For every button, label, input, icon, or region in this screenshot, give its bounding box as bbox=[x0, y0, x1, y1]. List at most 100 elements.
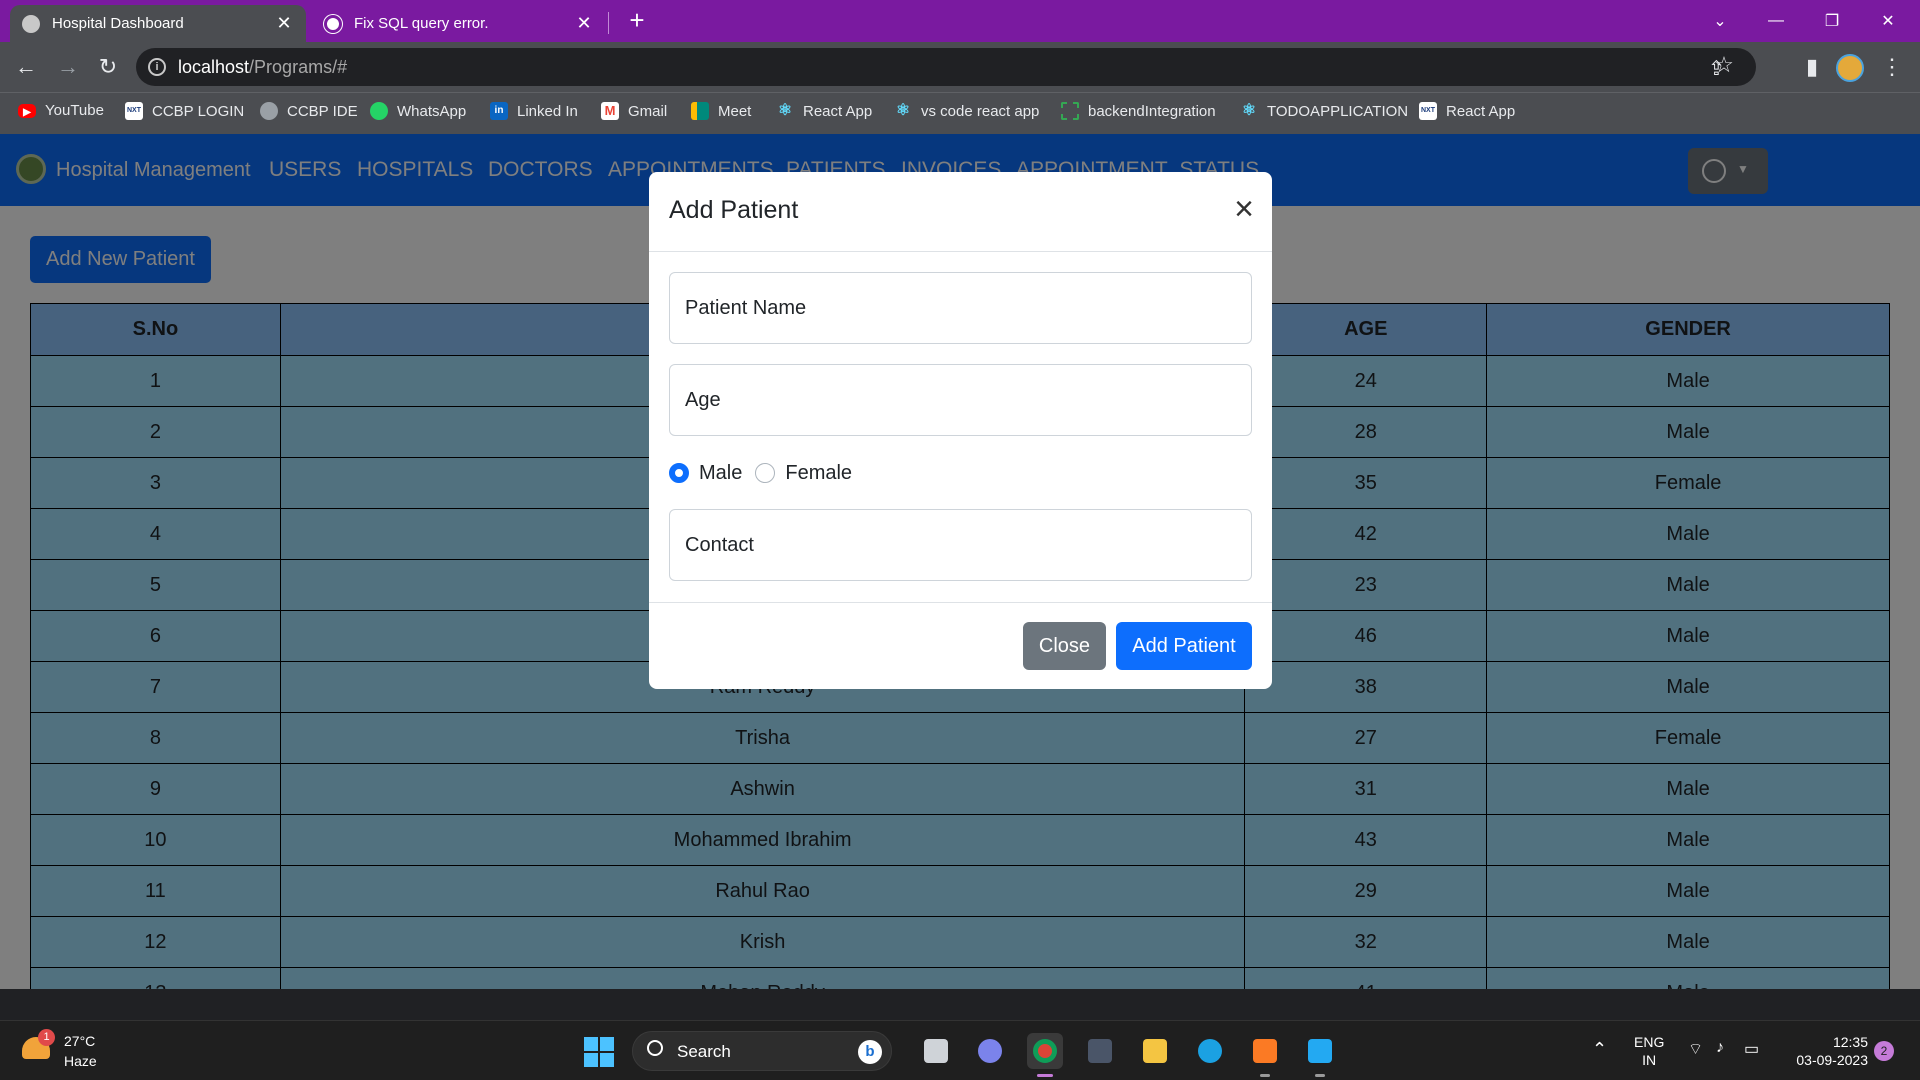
patient-name-input[interactable] bbox=[670, 273, 1251, 343]
weather-temp: 27°C bbox=[64, 1033, 96, 1049]
notification-badge[interactable]: 2 bbox=[1874, 1041, 1894, 1061]
gender-radio-group: Male Female bbox=[669, 458, 852, 488]
close-icon[interactable]: ✕ bbox=[574, 13, 594, 34]
globe-icon bbox=[22, 14, 40, 33]
bookmark-react-app[interactable]: ⚛ React App bbox=[776, 102, 872, 120]
bookmark-linkedin[interactable]: in Linked In bbox=[490, 102, 578, 120]
windows-start-icon[interactable] bbox=[584, 1037, 614, 1067]
female-radio[interactable] bbox=[755, 463, 776, 483]
chevron-up-icon[interactable]: ⌃ bbox=[1592, 1039, 1607, 1060]
volume-icon[interactable]: ♪ bbox=[1716, 1039, 1724, 1057]
running-app-indicator bbox=[1260, 1074, 1270, 1077]
bookmark-whatsapp[interactable]: WhatsApp bbox=[370, 102, 466, 120]
back-arrow-icon[interactable]: ← bbox=[10, 52, 42, 84]
bookmark-gmail[interactable]: M Gmail bbox=[601, 102, 667, 120]
bookmark-label: CCBP LOGIN bbox=[152, 102, 245, 120]
modal-footer: Close Add Patient bbox=[649, 602, 1272, 689]
globe-icon bbox=[260, 102, 278, 120]
forward-arrow-icon[interactable]: → bbox=[52, 52, 84, 84]
calculator-icon[interactable] bbox=[1082, 1033, 1118, 1069]
dashed-box-icon bbox=[1061, 102, 1079, 120]
contact-field[interactable] bbox=[669, 509, 1252, 581]
bookmark-react-app-2[interactable]: NXT React App bbox=[1419, 102, 1515, 120]
running-app-indicator bbox=[1315, 1074, 1325, 1077]
side-panel-icon[interactable]: ▮ bbox=[1796, 52, 1828, 84]
bookmark-meet[interactable]: Meet bbox=[691, 102, 751, 120]
bookmark-label: React App bbox=[803, 102, 873, 120]
taskbar-search[interactable]: Search b bbox=[632, 1031, 892, 1071]
lang-region: IN bbox=[1642, 1052, 1657, 1068]
meet-icon bbox=[691, 102, 709, 120]
bookmark-star-icon[interactable]: ☆ bbox=[1708, 50, 1740, 82]
tab-fix-sql[interactable]: Fix SQL query error. ✕ bbox=[312, 5, 606, 42]
female-label[interactable]: Female bbox=[785, 462, 852, 485]
clock-date: 03-09-2023 bbox=[1796, 1052, 1868, 1068]
new-tab-button[interactable]: + bbox=[622, 6, 652, 36]
bookmark-vs-code-react-app[interactable]: ⚛ vs code react app bbox=[894, 102, 1040, 120]
bing-icon[interactable]: b bbox=[858, 1040, 882, 1064]
bookmark-ccbp-ide[interactable]: CCBP IDE bbox=[260, 102, 358, 120]
bookmark-label: Linked In bbox=[517, 102, 578, 120]
task-view-icon[interactable] bbox=[918, 1033, 954, 1069]
menu-kebab-icon[interactable]: ⋮ bbox=[1876, 52, 1908, 84]
clock[interactable]: 12:35 03-09-2023 bbox=[1784, 1033, 1868, 1069]
add-patient-button[interactable]: Add Patient bbox=[1116, 622, 1252, 670]
tab-title: Fix SQL query error. bbox=[354, 15, 489, 32]
page-viewport: Hospital Management USERS HOSPITALS DOCT… bbox=[0, 134, 1920, 989]
language-indicator[interactable]: ENG IN bbox=[1634, 1033, 1664, 1069]
file-explorer-icon[interactable] bbox=[1137, 1033, 1173, 1069]
search-label: Search bbox=[677, 1042, 731, 1061]
xampp-icon[interactable] bbox=[1247, 1033, 1283, 1077]
close-icon[interactable]: × bbox=[1227, 192, 1261, 226]
lang-code: ENG bbox=[1634, 1034, 1665, 1050]
bookmark-label: TODOAPPLICATION bbox=[1267, 102, 1409, 120]
chrome-icon[interactable] bbox=[1027, 1033, 1063, 1077]
browser-tab-strip: Hospital Dashboard ✕ Fix SQL query error… bbox=[0, 0, 1920, 42]
youtube-icon: ▶ bbox=[18, 103, 36, 118]
profile-avatar[interactable] bbox=[1836, 54, 1864, 82]
age-input[interactable] bbox=[670, 365, 1251, 435]
age-field[interactable] bbox=[669, 364, 1252, 436]
url-text[interactable]: localhost/Programs/# bbox=[178, 57, 347, 78]
browser-toolbar: ← → ↻ i localhost/Programs/# ⇪ ☆ ▮ ⋮ bbox=[0, 42, 1920, 92]
info-icon[interactable]: i bbox=[148, 58, 166, 76]
reload-icon[interactable]: ↻ bbox=[92, 52, 124, 84]
bookmark-todoapplication[interactable]: ⚛ TODOAPPLICATION bbox=[1240, 102, 1408, 120]
minimize-button[interactable]: — bbox=[1748, 0, 1804, 42]
bookmark-label: WhatsApp bbox=[397, 102, 467, 120]
whatsapp-icon bbox=[370, 102, 388, 120]
search-icon bbox=[647, 1040, 663, 1056]
windows-taskbar: 1 27°C Haze Search b ⌃ ENG IN ⌔ ♪ ▭ 12:3… bbox=[0, 1020, 1920, 1080]
vscode-icon[interactable] bbox=[1302, 1033, 1338, 1077]
edge-icon[interactable] bbox=[1192, 1033, 1228, 1069]
bookmark-ccbp-login[interactable]: NXT CCBP LOGIN bbox=[125, 102, 244, 120]
wifi-icon[interactable]: ⌔ bbox=[1688, 1039, 1703, 1059]
bookmark-label: YouTube bbox=[45, 102, 104, 119]
tab-search-chevron-icon[interactable]: ⌄ bbox=[1692, 0, 1748, 42]
close-button[interactable]: Close bbox=[1023, 622, 1106, 670]
bookmark-backend-integration[interactable]: backendIntegration bbox=[1061, 102, 1216, 120]
tab-separator bbox=[608, 12, 609, 34]
chatgpt-icon bbox=[324, 14, 342, 33]
male-radio[interactable] bbox=[669, 463, 689, 483]
add-patient-modal: Add Patient × Male Female Close Add Pati… bbox=[649, 172, 1272, 689]
bookmark-label: backendIntegration bbox=[1088, 102, 1216, 120]
modal-header: Add Patient × bbox=[649, 172, 1272, 252]
male-label[interactable]: Male bbox=[699, 462, 742, 485]
close-icon[interactable]: ✕ bbox=[274, 13, 294, 34]
linkedin-icon: in bbox=[490, 102, 508, 120]
address-bar[interactable]: i localhost/Programs/# ⇪ bbox=[136, 48, 1756, 86]
url-path: /Programs/# bbox=[249, 57, 348, 77]
teams-chat-icon[interactable] bbox=[972, 1033, 1008, 1069]
patient-name-field[interactable] bbox=[669, 272, 1252, 344]
contact-input[interactable] bbox=[670, 510, 1251, 580]
battery-icon[interactable]: ▭ bbox=[1744, 1039, 1759, 1059]
weather-badge: 1 bbox=[38, 1029, 55, 1046]
clock-time: 12:35 bbox=[1832, 1034, 1868, 1050]
bookmark-label: vs code react app bbox=[921, 102, 1040, 120]
close-window-button[interactable]: ✕ bbox=[1860, 0, 1916, 42]
bookmark-youtube[interactable]: ▶ YouTube bbox=[18, 102, 104, 119]
restore-button[interactable]: ❐ bbox=[1804, 0, 1860, 42]
nxtwave-icon: NXT bbox=[1419, 102, 1437, 120]
tab-hospital-dashboard[interactable]: Hospital Dashboard ✕ bbox=[10, 5, 306, 42]
